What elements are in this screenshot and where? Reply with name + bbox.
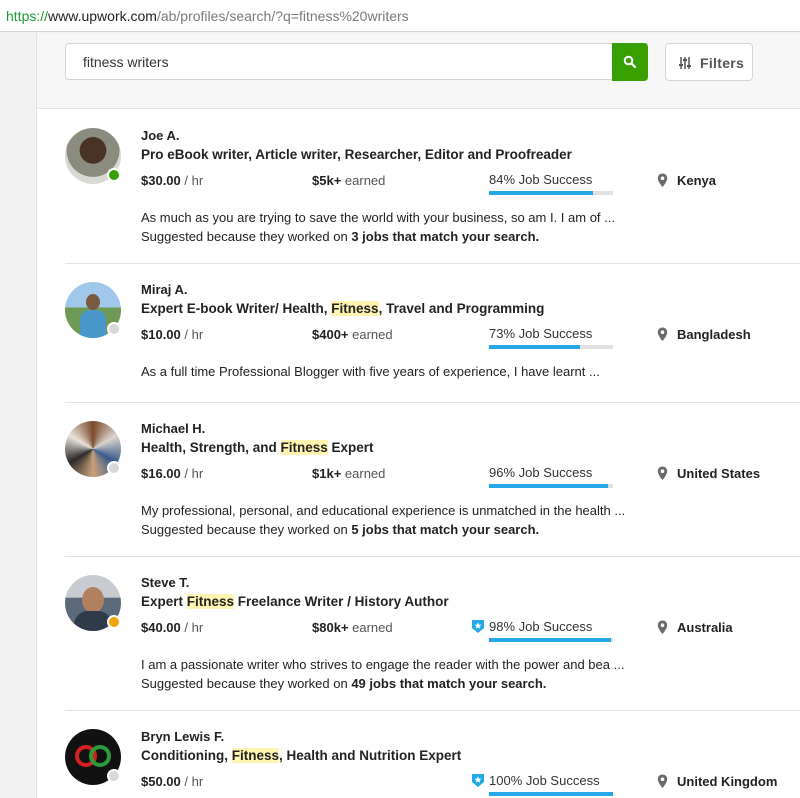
job-success-text: 100% Job Success [489,773,600,788]
offline-status-icon [107,322,121,336]
offline-status-icon [107,769,121,783]
freelancer-title: Expert E-book Writer/ Health, Fitness, T… [141,301,545,316]
job-success-fill [489,191,594,195]
search-icon [623,55,637,69]
job-success-bar [489,792,613,796]
total-earned: $80k+ earned [312,620,393,635]
suggestion-reason: Suggested because they worked on 3 jobs … [141,229,540,244]
search-button[interactable] [612,43,648,81]
total-earned: $5k+ earned [312,173,386,188]
freelancer-name[interactable]: Michael H. [141,421,205,436]
url-scheme: https:// [6,8,49,24]
search-box [65,43,648,80]
address-bar[interactable]: https://www.upwork.com/ab/profiles/searc… [0,0,800,32]
hourly-rate: $50.00 / hr [141,774,204,789]
job-success-score: 98% Job Success [472,619,613,645]
freelancer-title: Conditioning, Fitness, Health and Nutrit… [141,748,462,763]
job-success-score: 73% Job Success [489,326,613,352]
job-success-fill [489,792,613,796]
job-success-text: 73% Job Success [489,326,593,341]
map-pin-icon [657,620,668,634]
filters-button[interactable]: Filters [665,43,753,81]
freelancer-card[interactable]: Miraj A. Expert E-book Writer/ Health, F… [65,264,800,403]
job-success-score: 96% Job Success [489,465,613,491]
map-pin-icon [657,466,668,480]
freelancer-name[interactable]: Joe A. [141,128,180,143]
filters-label: Filters [700,55,745,71]
suggestion-reason: Suggested because they worked on 5 jobs … [141,522,540,537]
job-success-text: 84% Job Success [489,172,593,187]
job-success-bar [489,484,613,488]
away-status-icon [107,615,121,629]
url-host: www.upwork.com [48,8,157,24]
job-success-fill [489,345,580,349]
search-bar: Filters [37,33,800,109]
offline-status-icon [107,461,121,475]
freelancer-card[interactable]: Michael H. Health, Strength, and Fitness… [65,403,800,557]
freelancer-card[interactable]: Bryn Lewis F. Conditioning, Fitness, Hea… [65,711,800,798]
job-success-fill [489,484,609,488]
search-input[interactable] [66,44,606,79]
freelancer-name[interactable]: Miraj A. [141,282,187,297]
url-path: /ab/profiles/search/?q=fitness%20writers [156,8,409,24]
freelancer-card[interactable]: Joe A. Pro eBook writer, Article writer,… [65,110,800,264]
freelancer-title: Health, Strength, and Fitness Expert [141,440,374,455]
freelancer-title: Pro eBook writer, Article writer, Resear… [141,147,572,162]
top-rated-badge-icon [472,620,484,633]
total-earned: $400+ earned [312,327,393,342]
freelancer-description: My professional, personal, and education… [141,503,626,518]
hourly-rate: $30.00 / hr [141,173,204,188]
map-pin-icon [657,774,668,788]
job-success-bar [489,191,613,195]
freelancer-description: As a full time Professional Blogger with… [141,364,600,379]
suggestion-reason: Suggested because they worked on 49 jobs… [141,676,547,691]
top-rated-badge-icon [472,774,484,787]
hourly-rate: $10.00 / hr [141,327,204,342]
hourly-rate: $40.00 / hr [141,620,204,635]
job-success-text: 98% Job Success [489,619,593,634]
job-success-score: 84% Job Success [489,172,613,198]
job-success-bar [489,638,613,642]
job-success-score: 100% Job Success [472,773,613,798]
map-pin-icon [657,173,668,187]
sliders-icon [679,57,691,69]
freelancer-name[interactable]: Steve T. [141,575,189,590]
hourly-rate: $16.00 / hr [141,466,204,481]
job-success-fill [489,638,611,642]
map-pin-icon [657,327,668,341]
job-success-text: 96% Job Success [489,465,593,480]
job-success-bar [489,345,613,349]
freelancer-description: I am a passionate writer who strives to … [141,657,625,672]
freelancer-title: Expert Fitness Freelance Writer / Histor… [141,594,449,609]
freelancer-description: As much as you are trying to save the wo… [141,210,615,225]
freelancer-card[interactable]: Steve T. Expert Fitness Freelance Writer… [65,557,800,711]
search-results-page: Filters Joe A. Pro eBook writer, Article… [36,33,800,798]
freelancer-name[interactable]: Bryn Lewis F. [141,729,224,744]
online-status-icon [107,168,121,182]
total-earned: $1k+ earned [312,466,386,481]
